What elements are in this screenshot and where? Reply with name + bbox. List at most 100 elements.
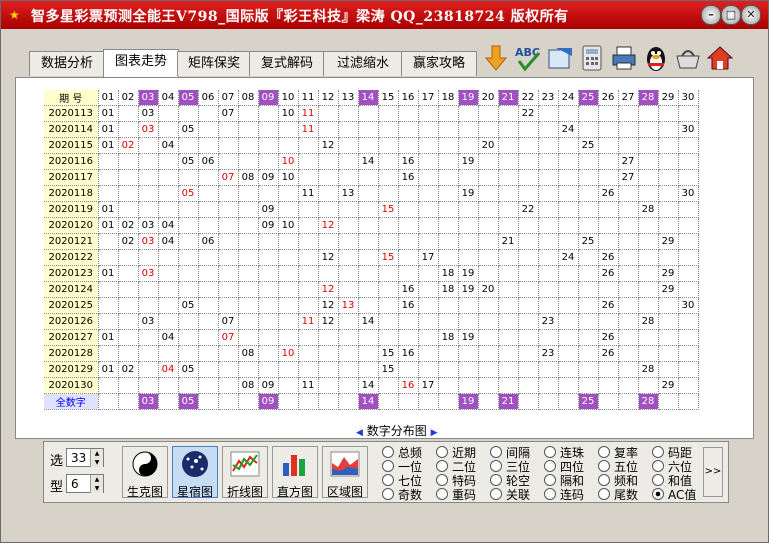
column-header[interactable]: 01 <box>98 90 119 106</box>
basket-icon[interactable] <box>673 41 703 75</box>
tab-strategy[interactable]: 赢家攻略 <box>401 51 477 76</box>
option-radio[interactable]: 连码 <box>544 486 584 503</box>
radio-circle-icon[interactable] <box>436 474 448 486</box>
line-chart-button[interactable]: 折线图 <box>222 446 268 499</box>
table-row[interactable]: 2020113 01 03 07 10 11 22 <box>44 105 699 122</box>
column-header[interactable]: 20 <box>478 90 499 106</box>
tab-matrix[interactable]: 矩阵保奖 <box>177 51 251 76</box>
table-row[interactable]: 2020120 01 02 03 04 09 10 12 <box>44 217 699 234</box>
right-triangle-icon[interactable]: ▶ <box>431 428 438 438</box>
spin-up-icon[interactable]: ▲ <box>90 449 103 458</box>
column-header[interactable]: 14 <box>358 90 379 106</box>
column-header[interactable]: 21 <box>498 90 519 106</box>
table-row[interactable]: 2020122 12 15 17 24 26 <box>44 249 699 266</box>
table-row[interactable]: 2020124 12 16 18 19 20 29 <box>44 281 699 298</box>
option-radio[interactable]: AC值 <box>652 486 696 503</box>
column-header[interactable]: 27 <box>618 90 639 106</box>
tab-compound-decode[interactable]: 复式解码 <box>249 51 325 76</box>
calculator-icon[interactable] <box>577 41 607 75</box>
radio-circle-icon[interactable] <box>544 474 556 486</box>
radio-circle-icon[interactable] <box>436 460 448 472</box>
table-row[interactable]: 2020118 05 11 13 19 26 30 <box>44 185 699 202</box>
left-triangle-icon[interactable]: ◀ <box>356 428 363 438</box>
qq-penguin-icon[interactable] <box>641 41 671 75</box>
table-row[interactable]: 2020127 01 04 07 18 19 26 <box>44 329 699 346</box>
option-radio[interactable]: 重码 <box>436 486 476 503</box>
export-icon[interactable] <box>545 41 575 75</box>
option-radio[interactable]: 关联 <box>490 486 530 503</box>
table-row[interactable]: 2020121 02 03 04 06 21 25 29 <box>44 233 699 250</box>
radio-circle-icon[interactable] <box>544 460 556 472</box>
spellcheck-abc-icon[interactable]: ABC <box>513 41 543 75</box>
table-row[interactable]: 2020129 01 02 04 05 15 28 <box>44 361 699 378</box>
column-header[interactable]: 04 <box>158 90 179 106</box>
shengke-chart-button[interactable]: 生克图 <box>122 446 168 499</box>
column-header[interactable]: 12 <box>318 90 339 106</box>
tab-data-analysis[interactable]: 数据分析 <box>29 51 105 76</box>
column-header[interactable]: 05 <box>178 90 199 106</box>
xingxiu-chart-button[interactable]: 星宿图 <box>172 446 218 499</box>
radio-circle-icon[interactable] <box>382 488 394 500</box>
radio-circle-icon[interactable] <box>436 446 448 458</box>
column-header[interactable]: 28 <box>638 90 659 106</box>
column-header[interactable]: 24 <box>558 90 579 106</box>
radio-circle-icon[interactable] <box>436 488 448 500</box>
column-header[interactable]: 22 <box>518 90 539 106</box>
option-radio[interactable]: 奇数 <box>382 486 422 503</box>
column-header[interactable]: 19 <box>458 90 479 106</box>
column-header[interactable]: 18 <box>438 90 459 106</box>
column-header[interactable]: 17 <box>418 90 439 106</box>
table-row[interactable]: 2020117 07 08 09 10 16 27 <box>44 169 699 186</box>
minimize-button[interactable]: – <box>701 5 721 25</box>
table-row[interactable]: 2020126 03 07 11 12 14 23 28 <box>44 313 699 330</box>
spin-down-icon[interactable]: ▼ <box>90 484 103 493</box>
option-radio[interactable]: 尾数 <box>598 486 638 503</box>
radio-circle-icon[interactable] <box>382 446 394 458</box>
table-row[interactable]: 2020125 05 12 13 16 26 30 <box>44 297 699 314</box>
table-row[interactable]: 2020130 08 09 11 14 16 17 29 <box>44 377 699 394</box>
column-header[interactable]: 26 <box>598 90 619 106</box>
more-button[interactable]: >> <box>703 447 723 497</box>
radio-circle-icon[interactable] <box>652 446 664 458</box>
radio-circle-icon[interactable] <box>598 474 610 486</box>
column-header[interactable]: 13 <box>338 90 359 106</box>
radio-circle-icon[interactable] <box>382 460 394 472</box>
column-header[interactable]: 15 <box>378 90 399 106</box>
printer-icon[interactable] <box>609 41 639 75</box>
table-row[interactable]: 2020115 01 02 04 12 20 25 <box>44 137 699 154</box>
radio-circle-icon[interactable] <box>598 488 610 500</box>
radio-circle-icon[interactable] <box>490 488 502 500</box>
column-header[interactable]: 02 <box>118 90 139 106</box>
table-row[interactable]: 2020123 01 03 18 19 26 29 <box>44 265 699 282</box>
tab-chart-trend[interactable]: 图表走势 <box>103 49 179 78</box>
radio-circle-icon[interactable] <box>598 446 610 458</box>
table-row[interactable]: 2020116 05 06 10 14 16 19 27 <box>44 153 699 170</box>
select-spinner[interactable]: 33 ▲ ▼ <box>66 448 104 467</box>
maximize-button[interactable]: □ <box>721 5 741 25</box>
spin-up-icon[interactable]: ▲ <box>90 475 103 484</box>
type-spinner[interactable]: 6 ▲ ▼ <box>66 474 104 493</box>
column-header[interactable]: 23 <box>538 90 559 106</box>
radio-circle-icon[interactable] <box>598 460 610 472</box>
histogram-button[interactable]: 直方图 <box>272 446 318 499</box>
column-header[interactable]: 29 <box>658 90 679 106</box>
area-chart-button[interactable]: 区域图 <box>322 446 368 499</box>
radio-circle-icon[interactable] <box>382 474 394 486</box>
column-header[interactable]: 03 <box>138 90 159 106</box>
column-header[interactable]: 10 <box>278 90 299 106</box>
spin-down-icon[interactable]: ▼ <box>90 458 103 467</box>
radio-circle-icon[interactable] <box>490 446 502 458</box>
radio-circle-icon[interactable] <box>544 488 556 500</box>
table-row[interactable]: 2020114 01 03 05 11 24 30 <box>44 121 699 138</box>
download-arrow-icon[interactable] <box>481 41 511 75</box>
radio-circle-icon[interactable] <box>490 474 502 486</box>
column-header[interactable]: 16 <box>398 90 419 106</box>
close-button[interactable]: ✕ <box>741 5 761 25</box>
column-header[interactable]: 30 <box>678 90 699 106</box>
column-header[interactable]: 25 <box>578 90 599 106</box>
radio-circle-icon[interactable] <box>490 460 502 472</box>
column-header[interactable]: 07 <box>218 90 239 106</box>
table-row[interactable]: 2020128 08 10 15 16 23 26 <box>44 345 699 362</box>
tab-filter[interactable]: 过滤缩水 <box>323 51 403 76</box>
column-header[interactable]: 11 <box>298 90 319 106</box>
